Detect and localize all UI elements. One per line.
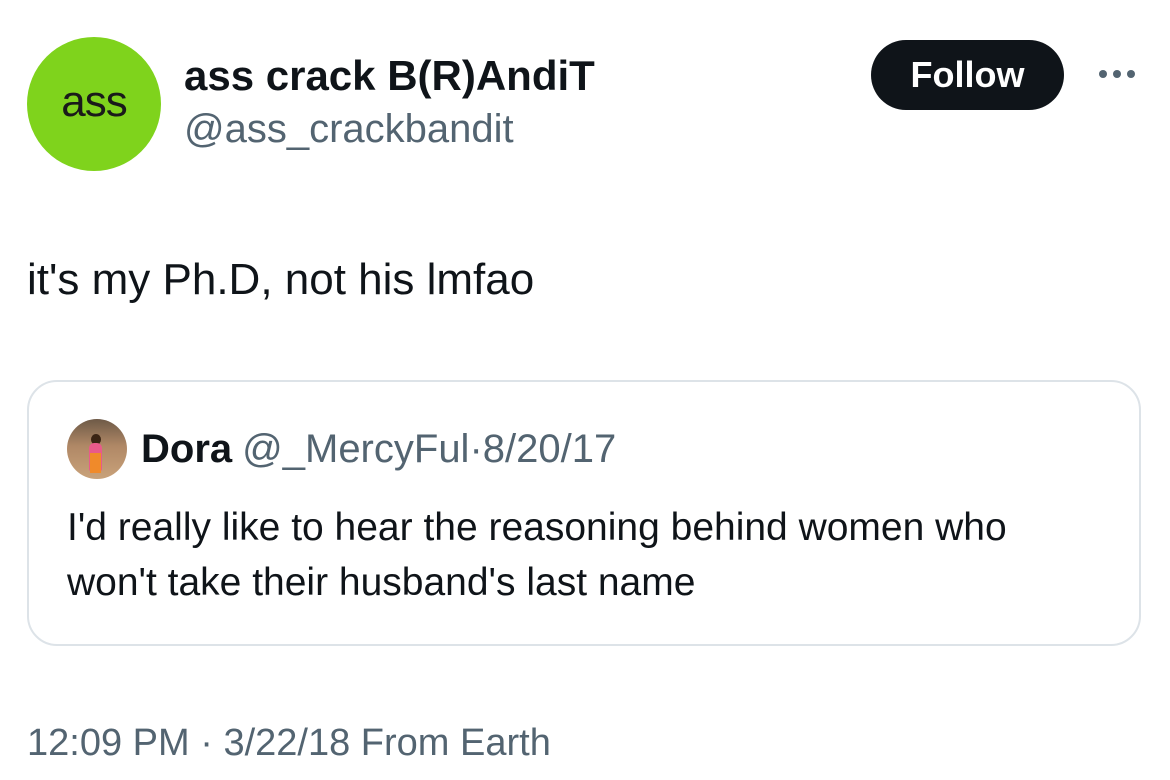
meta-separator: · — [469, 427, 483, 471]
tweet-date[interactable]: 3/22/18 — [223, 722, 350, 764]
quoted-tweet-card[interactable]: Dora @_MercyFul·8/20/17 I'd really like t… — [27, 380, 1141, 646]
author-avatar[interactable]: ass — [27, 37, 161, 171]
more-options-icon[interactable] — [1094, 58, 1140, 90]
more-dot — [1099, 70, 1107, 78]
footer-separator: · — [200, 722, 213, 764]
quoted-tweet-meta: Dora @_MercyFul·8/20/17 — [141, 427, 616, 472]
quoted-tweet-date[interactable]: 8/20/17 — [483, 427, 616, 471]
more-dot — [1127, 70, 1135, 78]
quoted-author-avatar[interactable] — [67, 419, 127, 479]
tweet-text: it's my Ph.D, not his lmfao — [27, 255, 535, 304]
quoted-author-name[interactable]: Dora — [141, 427, 232, 471]
tweet-footer: 12:09 PM · 3/22/18 From Earth — [27, 722, 551, 765]
follow-button[interactable]: Follow — [871, 40, 1064, 110]
author-display-name[interactable]: ass crack B(R)AndiT — [184, 52, 595, 100]
tweet-source: From Earth — [360, 722, 551, 764]
author-handle[interactable]: @ass_crackbandit — [184, 107, 514, 152]
quoted-tweet-text: I'd really like to hear the reasoning be… — [67, 506, 1007, 604]
quoted-author-handle[interactable]: @_MercyFul — [242, 427, 469, 471]
avatar-photo-skirt — [90, 453, 101, 473]
tweet-time[interactable]: 12:09 PM — [27, 722, 190, 764]
more-dot — [1113, 70, 1121, 78]
author-avatar-text: ass — [61, 77, 127, 126]
